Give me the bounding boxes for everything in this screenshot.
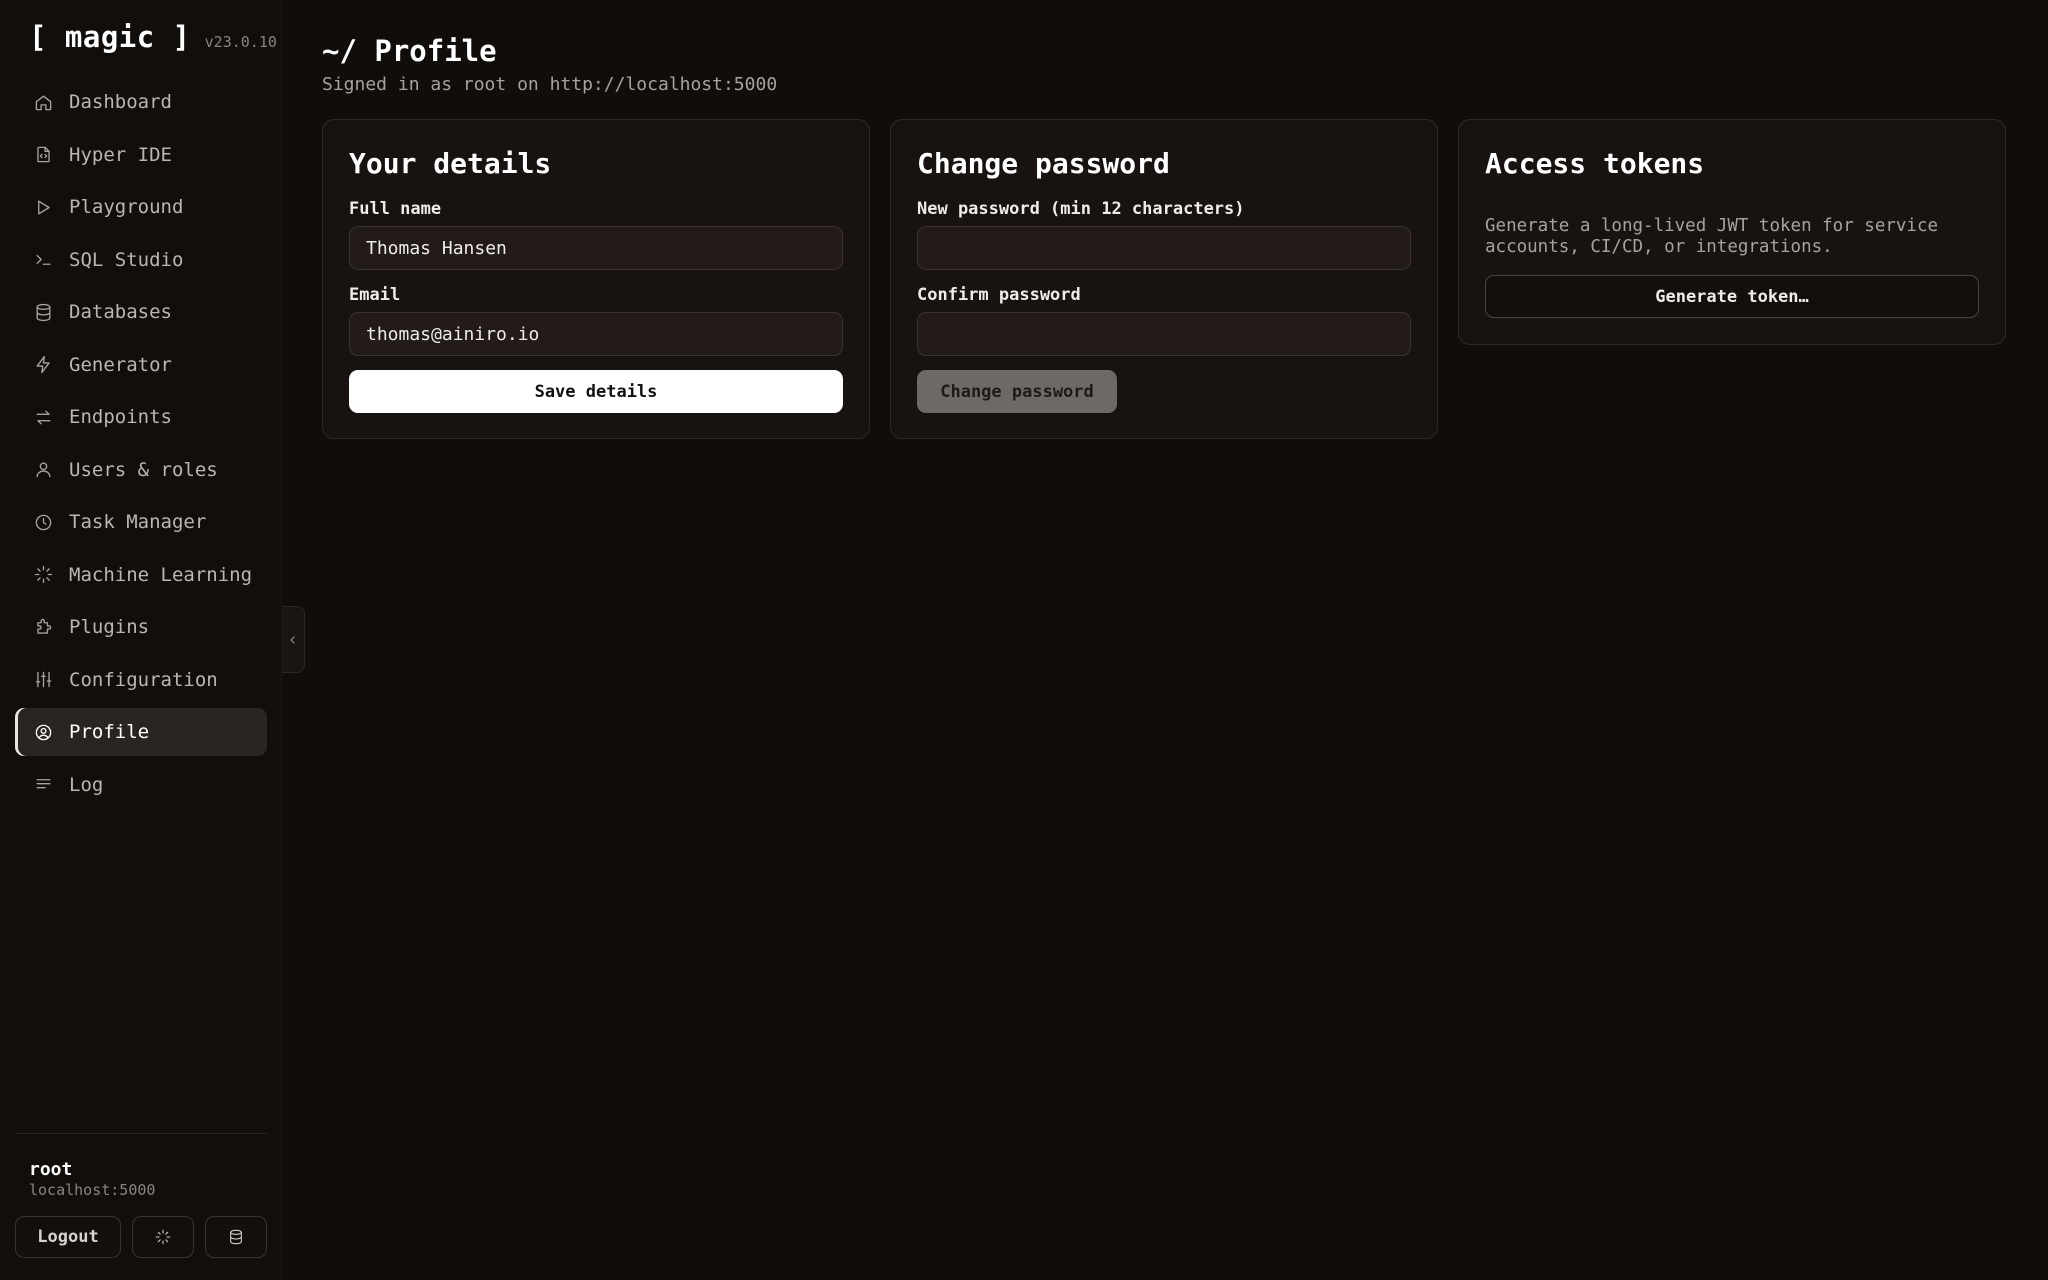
change-password-button[interactable]: Change password — [917, 370, 1117, 413]
sidebar-item-label: Playground — [69, 196, 184, 218]
sidebar-item-label: Configuration — [69, 668, 218, 691]
sidebar-collapse-handle[interactable] — [282, 606, 305, 673]
user-name: root — [29, 1159, 73, 1180]
sidebar-item-task-manager[interactable]: Task Manager — [15, 498, 267, 546]
details-title: Your details — [349, 147, 552, 180]
database-button[interactable] — [205, 1216, 267, 1258]
terminal-icon — [33, 250, 53, 270]
sidebar-item-label: Log — [69, 773, 104, 796]
sidebar-item-hyper-ide[interactable]: Hyper IDE — [15, 131, 267, 179]
play-icon — [33, 197, 53, 217]
confirm-password-label: Confirm password — [917, 285, 1081, 305]
database-icon — [33, 302, 53, 322]
sidebar-item-playground[interactable]: Playground — [15, 183, 267, 231]
loader-icon — [33, 565, 53, 585]
sidebar-item-label: Machine Learning — [69, 563, 253, 586]
sidebar-item-generator[interactable]: Generator — [15, 341, 267, 389]
sidebar-footer: root localhost:5000 Logout — [15, 1133, 267, 1258]
sidebar-nav: Dashboard Hyper IDE Playground SQL Studi… — [15, 78, 267, 813]
user-icon — [33, 460, 53, 480]
sidebar-item-users-roles[interactable]: Users & roles — [15, 446, 267, 494]
save-details-button[interactable]: Save details — [349, 370, 843, 413]
generate-token-button[interactable]: Generate token… — [1485, 275, 1979, 318]
database-icon — [230, 1229, 242, 1245]
tokens-card: Access tokens Generate a long-lived JWT … — [1458, 119, 2006, 345]
sidebar-item-profile[interactable]: Profile — [15, 708, 267, 756]
sliders-icon — [33, 670, 53, 690]
code-file-icon — [33, 145, 53, 165]
user-host: localhost:5000 — [29, 1181, 156, 1199]
lightning-icon — [33, 355, 53, 375]
sidebar-item-log[interactable]: Log — [15, 761, 267, 809]
sidebar-item-machine-learning[interactable]: Machine Learning — [15, 551, 267, 599]
password-card: Change password New password (min 12 cha… — [890, 119, 1438, 439]
brand: [ magic ] v23.0.10 — [29, 20, 277, 54]
sidebar-item-label: Dashboard — [69, 91, 172, 113]
home-icon — [33, 92, 53, 112]
sidebar-item-label: Databases — [69, 301, 172, 323]
page-title: ~/ Profile — [322, 34, 497, 68]
password-title: Change password — [917, 147, 1170, 180]
full-name-input[interactable] — [349, 226, 843, 270]
sidebar-item-label: Endpoints — [69, 406, 172, 428]
loader-button[interactable] — [132, 1216, 194, 1258]
sidebar-item-label: Profile — [69, 721, 150, 743]
sidebar-item-label: Plugins — [69, 616, 150, 638]
tokens-title: Access tokens — [1485, 147, 1705, 180]
sidebar-item-sql-studio[interactable]: SQL Studio — [15, 236, 267, 284]
sidebar-item-label: Users & roles — [69, 458, 218, 481]
sidebar-item-label: Hyper IDE — [69, 143, 172, 166]
sidebar-item-label: SQL Studio — [69, 248, 184, 271]
sidebar-item-configuration[interactable]: Configuration — [15, 656, 267, 704]
sidebar-item-databases[interactable]: Databases — [15, 288, 267, 336]
full-name-label: Full name — [349, 199, 442, 219]
sidebar-item-endpoints[interactable]: Endpoints — [15, 393, 267, 441]
puzzle-icon — [33, 617, 53, 637]
sidebar-item-label: Task Manager — [69, 511, 207, 533]
new-password-label: New password (min 12 characters) — [917, 199, 1245, 219]
version-label: v23.0.10 — [204, 33, 277, 51]
details-card: Your details Full name Email Save detail… — [322, 119, 870, 439]
clock-icon — [33, 512, 53, 532]
page-subtitle: Signed in as root on http://localhost:50… — [322, 74, 778, 95]
list-icon — [33, 775, 53, 795]
arrows-icon — [33, 407, 53, 427]
chevron-left-icon — [290, 635, 295, 644]
email-input[interactable] — [349, 312, 843, 356]
confirm-password-input[interactable] — [917, 312, 1411, 356]
tokens-description: Generate a long-lived JWT token for serv… — [1485, 216, 1939, 257]
sidebar-item-dashboard[interactable]: Dashboard — [15, 78, 267, 126]
new-password-input[interactable] — [917, 226, 1411, 270]
brand-logo[interactable]: [ magic ] — [29, 20, 191, 54]
email-label: Email — [349, 285, 401, 305]
user-circle-icon — [33, 722, 53, 742]
loader-icon — [155, 1229, 171, 1245]
logout-button[interactable]: Logout — [15, 1216, 121, 1258]
sidebar-item-plugins[interactable]: Plugins — [15, 603, 267, 651]
sidebar-item-label: Generator — [69, 353, 172, 376]
sidebar: [ magic ] v23.0.10 Dashboard Hyper IDE P… — [0, 0, 282, 1280]
footer-buttons: Logout — [15, 1216, 267, 1258]
